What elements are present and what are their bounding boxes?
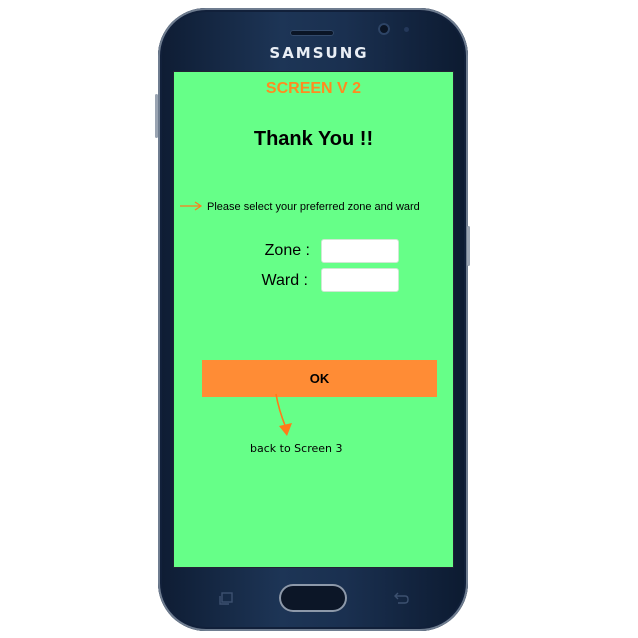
- page-title: Thank You !!: [253, 128, 374, 150]
- home-button[interactable]: [279, 584, 347, 612]
- arrow-right-icon: [180, 201, 203, 211]
- back-navigation-note: back to Screen 3: [250, 442, 343, 455]
- earpiece-speaker: [290, 30, 334, 36]
- back-icon[interactable]: [392, 590, 410, 606]
- volume-button[interactable]: [155, 94, 158, 138]
- power-button[interactable]: [467, 226, 470, 266]
- proximity-sensor: [404, 27, 409, 32]
- screen-version-label: SCREEN V 2: [265, 80, 362, 97]
- brand-logo: SAMSUNG: [269, 44, 369, 62]
- ok-button[interactable]: OK: [202, 360, 437, 397]
- stage: SAMSUNG SCREEN V 2 Thank You !! Please s…: [0, 0, 638, 638]
- recents-icon[interactable]: [218, 590, 236, 606]
- front-camera-icon: [378, 23, 390, 35]
- arrow-down-icon: [275, 393, 292, 436]
- zone-input[interactable]: [321, 239, 399, 263]
- ward-label: Ward :: [261, 272, 308, 289]
- ward-input[interactable]: [321, 268, 399, 292]
- zone-label: Zone :: [264, 242, 310, 259]
- instruction-text: Please select your preferred zone and wa…: [207, 201, 420, 213]
- app-screen: SCREEN V 2 Thank You !! Please select yo…: [173, 71, 454, 568]
